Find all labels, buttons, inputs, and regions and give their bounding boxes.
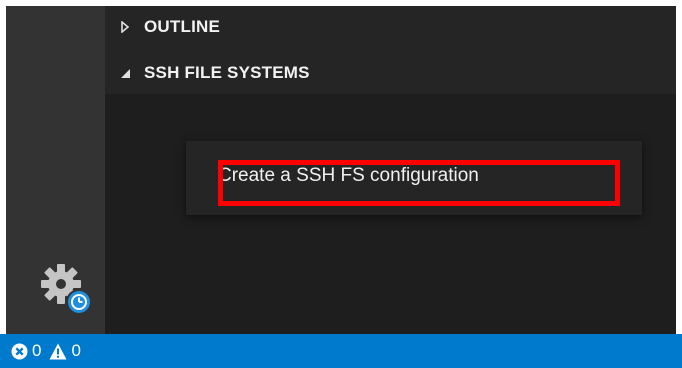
vscode-window: OUTLINE SSH FILE SYSTEMS Create a SSH FS… bbox=[0, 0, 682, 368]
ssh-file-systems-section-label: SSH FILE SYSTEMS bbox=[144, 63, 310, 82]
activity-bar bbox=[6, 6, 105, 334]
warning-triangle-icon bbox=[49, 342, 67, 360]
chevron-down-icon bbox=[118, 67, 132, 79]
problems-indicator[interactable]: 0 0 bbox=[10, 341, 89, 361]
ssh-file-systems-section-header[interactable]: SSH FILE SYSTEMS bbox=[105, 56, 676, 90]
gear-with-clock-icon[interactable] bbox=[39, 262, 95, 318]
outline-section-header[interactable]: OUTLINE bbox=[105, 10, 676, 44]
create-ssh-fs-configuration-menu-item[interactable]: Create a SSH FS configuration bbox=[218, 162, 479, 190]
errors-count: 0 bbox=[32, 341, 42, 360]
status-bar: 0 0 bbox=[0, 334, 682, 368]
context-menu: Create a SSH FS configuration bbox=[186, 141, 642, 215]
error-circle-icon bbox=[10, 342, 28, 360]
outline-section-label: OUTLINE bbox=[144, 17, 221, 36]
chevron-right-icon bbox=[118, 21, 132, 33]
warnings-count: 0 bbox=[71, 341, 81, 360]
